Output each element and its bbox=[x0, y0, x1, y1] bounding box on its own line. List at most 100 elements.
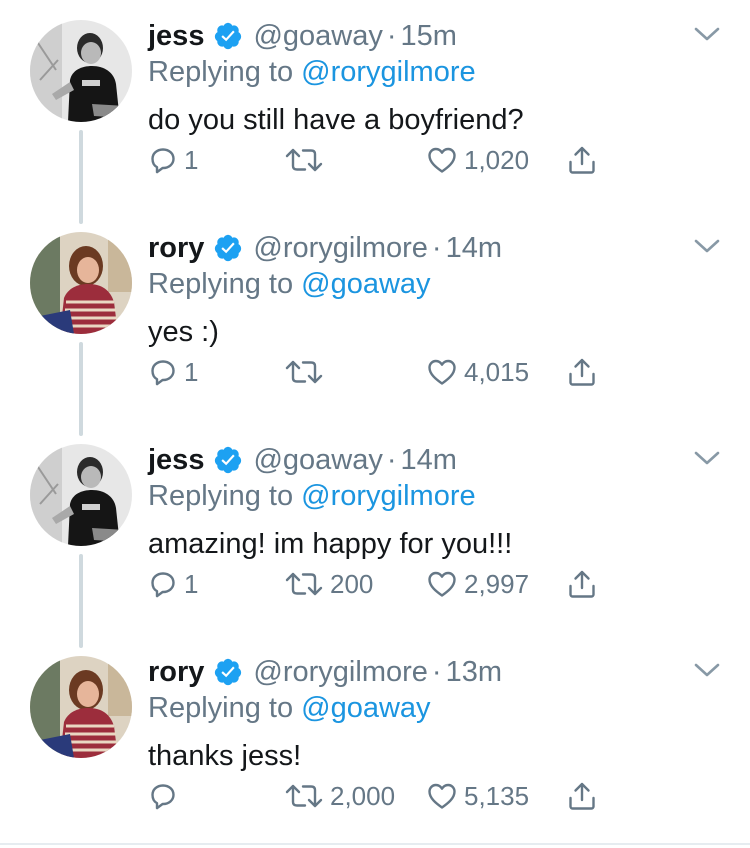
tweet-text: thanks jess! bbox=[148, 740, 302, 772]
tweet-text: yes :) bbox=[148, 316, 219, 348]
heart-icon bbox=[426, 569, 458, 599]
like-button[interactable]: 1,020 bbox=[426, 140, 529, 180]
user-handle[interactable]: @rorygilmore bbox=[253, 232, 427, 265]
header-separator: · bbox=[431, 231, 442, 264]
retweet-icon bbox=[284, 569, 324, 599]
mention-link[interactable]: @rorygilmore bbox=[301, 56, 475, 88]
retweet-icon bbox=[284, 781, 324, 811]
like-count: 2,997 bbox=[464, 568, 530, 599]
like-button[interactable]: 5,135 bbox=[426, 776, 529, 816]
thread-connector-line bbox=[79, 342, 83, 436]
retweet-icon bbox=[284, 357, 324, 387]
user-handle[interactable]: @goaway bbox=[253, 444, 382, 477]
reply-icon bbox=[148, 145, 178, 175]
jess-avatar[interactable] bbox=[30, 20, 132, 122]
reply-icon bbox=[148, 781, 178, 811]
replying-to: Replying to @rorygilmore bbox=[148, 480, 476, 513]
mention-link[interactable]: @goaway bbox=[301, 268, 430, 300]
reply-button[interactable] bbox=[148, 776, 184, 816]
tweet-actions: 2,000 5,135 bbox=[148, 776, 748, 816]
display-name[interactable]: rory bbox=[148, 232, 204, 265]
rory-avatar[interactable] bbox=[30, 656, 132, 758]
tweet-2[interactable]: rory @rorygilmore · 14m Replying to @goa… bbox=[0, 212, 750, 436]
chevron-down-icon[interactable] bbox=[692, 446, 722, 470]
chevron-down-icon[interactable] bbox=[692, 658, 722, 682]
like-button[interactable]: 2,997 bbox=[426, 564, 529, 604]
header-separator: · bbox=[386, 19, 397, 52]
reply-button[interactable]: 1 bbox=[148, 140, 198, 180]
verified-badge-icon bbox=[213, 445, 243, 475]
timestamp[interactable]: 14m bbox=[446, 232, 502, 265]
reply-button[interactable]: 1 bbox=[148, 564, 198, 604]
share-icon bbox=[566, 780, 598, 812]
tweet-text: amazing! im happy for you!!! bbox=[148, 528, 513, 560]
replying-to-label: Replying to bbox=[148, 268, 302, 300]
thread-connector-line bbox=[79, 554, 83, 648]
retweet-button[interactable] bbox=[284, 140, 330, 180]
tweet-actions: 1 200 2,997 bbox=[148, 564, 748, 604]
display-name[interactable]: jess bbox=[148, 20, 204, 53]
display-name[interactable]: jess bbox=[148, 444, 204, 477]
verified-badge-icon bbox=[213, 657, 243, 687]
tweet-3[interactable]: jess @goaway · 14m Replying to @rorygilm… bbox=[0, 424, 750, 648]
chevron-down-icon[interactable] bbox=[692, 234, 722, 258]
replying-to: Replying to @rorygilmore bbox=[148, 56, 476, 89]
user-handle[interactable]: @rorygilmore bbox=[253, 656, 427, 689]
tweet-thread: jess @goaway · 15m Replying to @rorygilm… bbox=[0, 0, 750, 845]
mention-link[interactable]: @goaway bbox=[301, 692, 430, 724]
share-button[interactable] bbox=[566, 352, 598, 392]
replying-to-label: Replying to bbox=[148, 692, 302, 724]
user-handle[interactable]: @goaway bbox=[253, 20, 382, 53]
share-button[interactable] bbox=[566, 564, 598, 604]
retweet-count: 200 bbox=[330, 568, 374, 599]
tweet-header: jess @goaway · 14m bbox=[148, 438, 457, 482]
header-separator: · bbox=[386, 443, 397, 476]
timestamp[interactable]: 14m bbox=[401, 444, 457, 477]
share-icon bbox=[566, 144, 598, 176]
mention-link[interactable]: @rorygilmore bbox=[301, 480, 475, 512]
replying-to: Replying to @goaway bbox=[148, 692, 431, 725]
chevron-down-icon[interactable] bbox=[692, 22, 722, 46]
share-icon bbox=[566, 568, 598, 600]
tweet-header: jess @goaway · 15m bbox=[148, 14, 457, 58]
reply-icon bbox=[148, 569, 178, 599]
tweet-header: rory @rorygilmore · 14m bbox=[148, 226, 502, 270]
heart-icon bbox=[426, 357, 458, 387]
tweet-actions: 1 1,020 bbox=[148, 140, 748, 180]
tweet-text: do you still have a boyfriend? bbox=[148, 104, 524, 136]
reply-icon bbox=[148, 357, 178, 387]
verified-badge-icon bbox=[213, 21, 243, 51]
reply-button[interactable]: 1 bbox=[148, 352, 198, 392]
rory-avatar[interactable] bbox=[30, 232, 132, 334]
share-button[interactable] bbox=[566, 140, 598, 180]
reply-count: 1 bbox=[184, 356, 199, 387]
header-separator: · bbox=[431, 655, 442, 688]
heart-icon bbox=[426, 781, 458, 811]
tweet-1[interactable]: jess @goaway · 15m Replying to @rorygilm… bbox=[0, 0, 750, 224]
timestamp[interactable]: 15m bbox=[401, 20, 457, 53]
retweet-button[interactable] bbox=[284, 352, 330, 392]
replying-to: Replying to @goaway bbox=[148, 268, 431, 301]
timestamp[interactable]: 13m bbox=[446, 656, 502, 689]
retweet-icon bbox=[284, 145, 324, 175]
jess-avatar[interactable] bbox=[30, 444, 132, 546]
share-button[interactable] bbox=[566, 776, 598, 816]
thread-connector-line bbox=[79, 130, 83, 224]
heart-icon bbox=[426, 145, 458, 175]
like-count: 5,135 bbox=[464, 780, 530, 811]
share-icon bbox=[566, 356, 598, 388]
retweet-button[interactable]: 2,000 bbox=[284, 776, 395, 816]
like-count: 4,015 bbox=[464, 356, 530, 387]
retweet-button[interactable]: 200 bbox=[284, 564, 373, 604]
display-name[interactable]: rory bbox=[148, 656, 204, 689]
retweet-count: 2,000 bbox=[330, 780, 396, 811]
tweet-4[interactable]: rory @rorygilmore · 13m Replying to @goa… bbox=[0, 636, 750, 848]
tweet-header: rory @rorygilmore · 13m bbox=[148, 650, 502, 694]
reply-count: 1 bbox=[184, 568, 199, 599]
verified-badge-icon bbox=[213, 233, 243, 263]
replying-to-label: Replying to bbox=[148, 480, 302, 512]
tweet-actions: 1 4,015 bbox=[148, 352, 748, 392]
like-count: 1,020 bbox=[464, 144, 530, 175]
replying-to-label: Replying to bbox=[148, 56, 302, 88]
like-button[interactable]: 4,015 bbox=[426, 352, 529, 392]
